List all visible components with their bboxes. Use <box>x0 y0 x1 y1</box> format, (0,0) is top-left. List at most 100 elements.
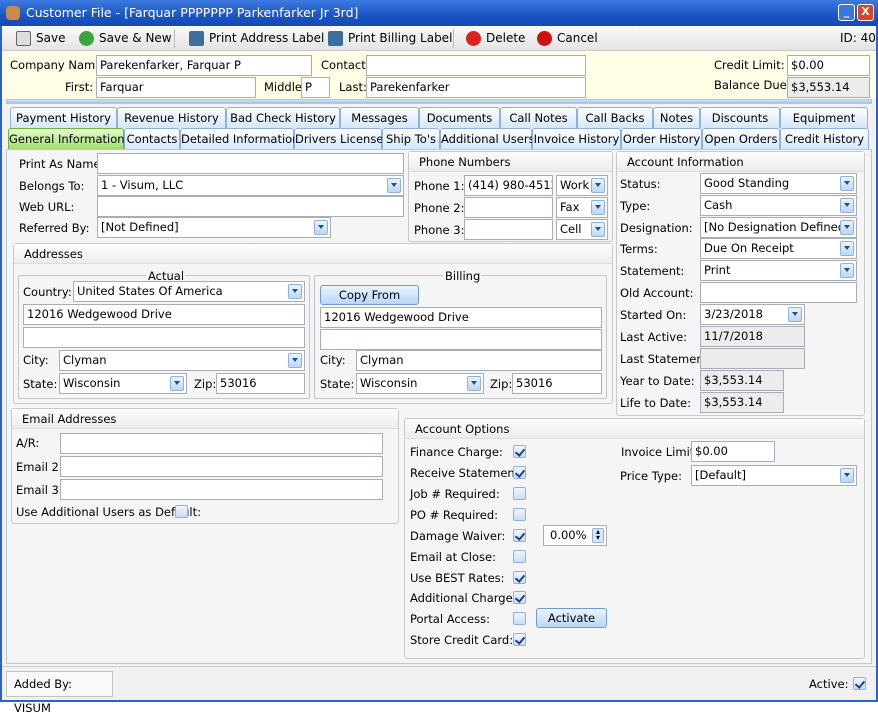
close-button[interactable]: X <box>857 4 874 21</box>
actual-zip-input[interactable]: 53016 <box>216 373 305 394</box>
activate-button[interactable]: Activate <box>536 608 607 628</box>
chevron-down-icon[interactable] <box>591 200 605 215</box>
chevron-down-icon[interactable] <box>288 284 302 299</box>
phone-type-select[interactable]: Work <box>556 175 608 196</box>
actual-city-select[interactable]: Clyman <box>59 350 305 371</box>
designation-select[interactable]: [No Designation Defined] <box>700 217 857 238</box>
price-type-select[interactable]: [Default] <box>691 465 857 486</box>
contact-input[interactable] <box>366 55 586 76</box>
last-name-input[interactable]: Parekenfarker <box>366 77 586 98</box>
phone-input[interactable] <box>464 219 553 240</box>
email-3-input[interactable] <box>60 479 383 500</box>
option-checkbox[interactable] <box>513 487 526 500</box>
chevron-down-icon[interactable] <box>591 178 605 193</box>
chevron-down-icon[interactable] <box>840 263 854 278</box>
started-on-date-picker[interactable]: 3/23/2018 <box>700 304 805 325</box>
invoice-limit-input[interactable]: $0.00 <box>691 441 775 462</box>
save-button[interactable]: Save <box>16 29 65 48</box>
old-account-input[interactable] <box>700 282 857 303</box>
minimize-button[interactable]: _ <box>838 4 855 21</box>
option-checkbox[interactable] <box>513 571 526 584</box>
tab-general-information[interactable]: General Information <box>8 128 125 149</box>
first-name-input[interactable]: Farquar <box>96 77 256 98</box>
belongs-to-select[interactable]: 1 - Visum, LLC <box>97 175 404 196</box>
billing-zip-input[interactable]: 53016 <box>512 373 602 394</box>
chevron-down-icon[interactable] <box>840 220 854 235</box>
option-checkbox[interactable] <box>513 633 526 646</box>
option-checkbox[interactable] <box>513 466 526 479</box>
delete-button[interactable]: Delete <box>466 29 525 48</box>
tab-additional-users[interactable]: Additional Users <box>440 128 535 149</box>
chevron-down-icon[interactable] <box>288 353 302 368</box>
actual-state-select[interactable]: Wisconsin <box>59 373 187 394</box>
tab-open-orders[interactable]: Open Orders <box>702 128 780 149</box>
save-new-button[interactable]: Save & New <box>79 29 172 48</box>
billing-city-input[interactable]: Clyman <box>356 350 602 371</box>
tab-equipment[interactable]: Equipment <box>780 107 868 128</box>
chevron-down-icon[interactable] <box>788 307 802 322</box>
chevron-down-icon[interactable] <box>170 376 184 391</box>
tab-discounts[interactable]: Discounts <box>700 107 780 128</box>
tab-documents[interactable]: Documents <box>419 107 500 128</box>
type-select[interactable]: Cash <box>700 195 857 216</box>
chevron-down-icon[interactable] <box>314 220 328 235</box>
tab-ship-to-s[interactable]: Ship To's <box>382 128 440 149</box>
tab-drivers-license[interactable]: Drivers License <box>294 128 383 149</box>
tab-bad-check-history[interactable]: Bad Check History <box>226 107 340 128</box>
billing-address-line1-input[interactable]: 12016 Wedgewood Drive <box>320 307 602 328</box>
tab-payment-history[interactable]: Payment History <box>10 107 117 128</box>
splitter[interactable] <box>6 99 872 104</box>
chevron-down-icon[interactable] <box>467 376 481 391</box>
tab-detailed-information[interactable]: Detailed Information <box>180 128 299 149</box>
billing-address-line2-input[interactable] <box>320 329 602 350</box>
cancel-button[interactable]: Cancel <box>537 29 598 48</box>
copy-from-actual-button[interactable]: Copy From Actual <box>320 285 419 320</box>
print-address-label-button[interactable]: Print Address Label <box>189 29 324 48</box>
web-url-input[interactable] <box>97 196 404 217</box>
actual-address-line1-input[interactable]: 12016 Wedgewood Drive <box>23 304 305 325</box>
company-name-input[interactable]: Parekenfarker, Farquar P <box>96 55 312 76</box>
option-checkbox[interactable] <box>513 529 526 542</box>
country-select[interactable]: United States Of America <box>73 281 305 302</box>
option-checkbox[interactable] <box>513 591 526 604</box>
ar-email-input[interactable] <box>60 433 383 454</box>
option-checkbox[interactable] <box>513 612 526 625</box>
status-select[interactable]: Good Standing <box>700 173 857 194</box>
statement-select[interactable]: Print <box>700 260 857 281</box>
tab-notes[interactable]: Notes <box>653 107 700 128</box>
middle-name-input[interactable]: P <box>301 77 330 98</box>
chevron-down-icon[interactable] <box>840 198 854 213</box>
active-checkbox[interactable] <box>853 677 866 690</box>
tab-messages[interactable]: Messages <box>340 107 419 128</box>
option-checkbox[interactable] <box>513 508 526 521</box>
chevron-down-icon[interactable] <box>591 222 605 237</box>
chevron-down-icon[interactable] <box>840 176 854 191</box>
option-checkbox[interactable] <box>513 445 526 458</box>
tab-revenue-history[interactable]: Revenue History <box>117 107 226 128</box>
email-2-input[interactable] <box>60 456 383 477</box>
damage-waiver-spinner[interactable]: 0.00% ▴ ▾ <box>543 525 607 546</box>
tab-contacts[interactable]: Contacts <box>124 128 180 149</box>
phone-input[interactable]: (414) 980-4512 <box>464 175 553 196</box>
option-checkbox[interactable] <box>513 550 526 563</box>
chevron-down-icon[interactable] <box>840 241 854 256</box>
terms-select[interactable]: Due On Receipt <box>700 238 857 259</box>
credit-limit-input[interactable]: $0.00 <box>787 55 870 76</box>
tab-invoice-history[interactable]: Invoice History <box>532 128 621 149</box>
tab-call-backs[interactable]: Call Backs <box>577 107 653 128</box>
tab-call-notes[interactable]: Call Notes <box>500 107 577 128</box>
referred-by-select[interactable]: [Not Defined] <box>97 217 331 238</box>
phone-input[interactable] <box>464 197 553 218</box>
billing-state-select[interactable]: Wisconsin <box>356 373 484 394</box>
tab-order-history[interactable]: Order History <box>621 128 702 149</box>
use-additional-users-checkbox[interactable] <box>175 505 188 518</box>
print-billing-label-button[interactable]: Print Billing Label <box>328 29 452 48</box>
print-as-name-input[interactable] <box>97 153 404 174</box>
spinner-arrows-icon[interactable]: ▴ ▾ <box>592 528 604 543</box>
chevron-down-icon[interactable] <box>840 468 854 483</box>
actual-address-line2-input[interactable] <box>23 327 305 348</box>
phone-type-select[interactable]: Fax <box>556 197 608 218</box>
phone-type-select[interactable]: Cell <box>556 219 608 240</box>
chevron-down-icon[interactable] <box>387 178 401 193</box>
tab-credit-history[interactable]: Credit History <box>780 128 869 149</box>
